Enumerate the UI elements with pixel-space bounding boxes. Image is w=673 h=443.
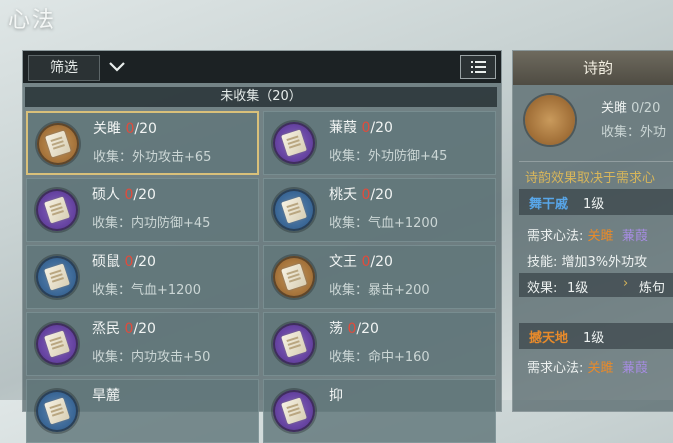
selected-effect: 收集：外功	[601, 125, 667, 140]
scroll-icon	[273, 390, 315, 432]
card-title: 烝民 0/20	[92, 321, 156, 337]
card-effect: 收集：暴击+200	[329, 283, 430, 298]
list-view-icon[interactable]	[460, 55, 496, 79]
card-title: 荡 0/20	[329, 321, 379, 337]
method-card[interactable]: 旱麓	[26, 379, 259, 443]
method-card[interactable]: 烝民 0/20 收集：内功攻击+50	[26, 312, 259, 376]
set-level-2: 1级	[583, 331, 605, 346]
scroll-icon	[36, 256, 78, 298]
poem-rhyme-title: 诗韵	[513, 51, 673, 85]
rhyme-note: 诗韵效果取决于需求心	[525, 171, 656, 186]
set-header-1[interactable]: 舞干戚 1级	[519, 189, 673, 215]
scroll-icon	[273, 189, 315, 231]
card-effect: 收集：外功防御+45	[329, 149, 448, 164]
scroll-icon	[36, 323, 78, 365]
card-effect: 收集：气血+1200	[92, 283, 201, 298]
method-card[interactable]: 关雎 0/20 收集：外功攻击+65	[26, 111, 259, 175]
skill-row-1: 技能: 增加3%外功攻	[527, 255, 648, 270]
uncollected-header: 未收集（20）	[25, 87, 497, 107]
requirement-row-2: 需求心法: 关雎 蒹葭	[527, 361, 648, 376]
card-title: 桃夭 0/20	[329, 187, 393, 203]
divider	[519, 161, 673, 162]
scroll-icon	[36, 390, 78, 432]
scroll-icon	[273, 323, 315, 365]
requirement-row-1: 需求心法: 关雎 蒹葭	[527, 229, 648, 244]
chevron-right-icon: ›	[623, 276, 629, 291]
method-card[interactable]: 硕人 0/20 收集：内功防御+45	[26, 178, 259, 242]
card-effect: 收集：内功攻击+50	[92, 350, 211, 365]
toolbar: 筛选	[23, 51, 501, 83]
scroll-icon	[273, 256, 315, 298]
page-title: 心法	[8, 8, 57, 33]
card-effect: 收集：命中+160	[329, 350, 430, 365]
card-effect: 收集：气血+1200	[329, 216, 438, 231]
card-title: 蒹葭 0/20	[329, 120, 393, 136]
scroll-icon	[37, 123, 79, 165]
card-title: 硕鼠 0/20	[92, 254, 156, 270]
poem-rhyme-panel: 诗韵 关雎 0/20 收集：外功 诗韵效果取决于需求心 舞干戚 1级 需求心法:…	[512, 50, 673, 412]
set-name-1: 舞干戚	[529, 197, 569, 212]
card-title: 旱麓	[92, 388, 120, 404]
card-effect: 收集：外功攻击+65	[93, 150, 212, 165]
filter-button[interactable]: 筛选	[28, 55, 100, 81]
method-card[interactable]: 硕鼠 0/20 收集：气血+1200	[26, 245, 259, 309]
method-card[interactable]: 荡 0/20 收集：命中+160	[263, 312, 496, 376]
selected-name: 关雎 0/20	[601, 101, 661, 116]
method-card[interactable]: 蒹葭 0/20 收集：外功防御+45	[263, 111, 496, 175]
effect-row-1[interactable]: 效果: 1级 › 炼句	[519, 273, 673, 297]
chevron-down-icon[interactable]	[107, 57, 127, 77]
scroll-icon	[36, 189, 78, 231]
scroll-icon	[273, 122, 315, 164]
card-title: 硕人 0/20	[92, 187, 156, 203]
collection-panel: 筛选 未收集（20） 关雎 0/20 收集：外功攻击+65 蒹葭 0/20 收集：外功…	[22, 50, 502, 443]
card-title: 文王 0/20	[329, 254, 393, 270]
set-level-1: 1级	[583, 197, 605, 212]
method-card[interactable]: 文王 0/20 收集：暴击+200	[263, 245, 496, 309]
card-title: 关雎 0/20	[93, 121, 157, 137]
set-name-2: 撼天地	[529, 331, 569, 346]
set-header-2[interactable]: 撼天地 1级	[519, 323, 673, 349]
scroll-icon	[525, 95, 575, 145]
method-card[interactable]: 桃夭 0/20 收集：气血+1200	[263, 178, 496, 242]
card-effect: 收集：内功防御+45	[92, 216, 211, 231]
card-title: 抑	[329, 388, 343, 404]
method-card[interactable]: 抑	[263, 379, 496, 443]
